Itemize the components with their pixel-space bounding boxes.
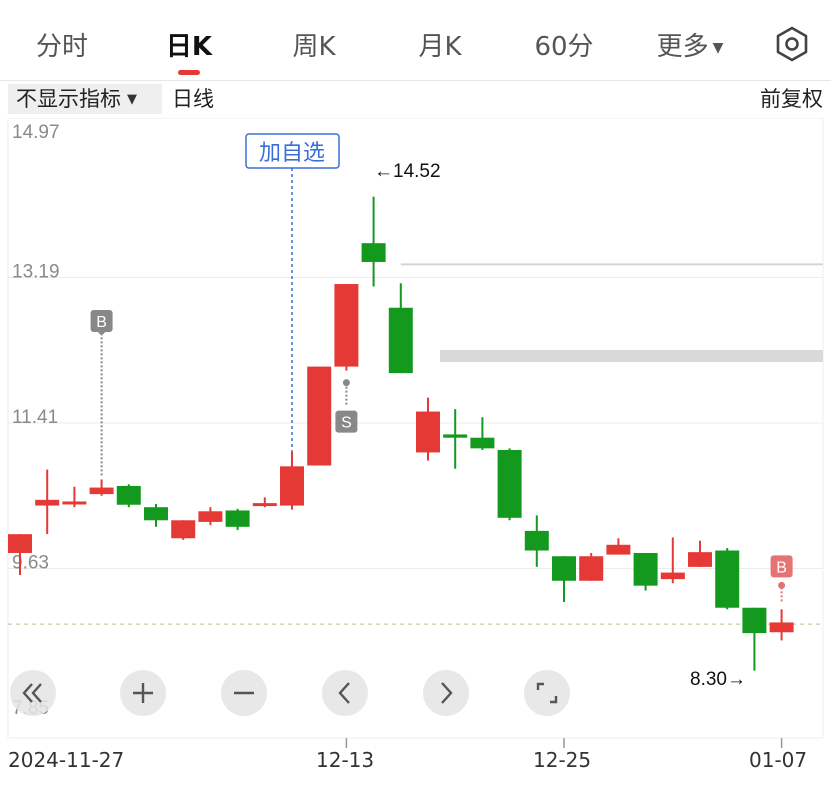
candle-body bbox=[361, 243, 386, 262]
candle-body bbox=[198, 511, 223, 522]
candle-body bbox=[688, 552, 712, 567]
scroll-left-button[interactable] bbox=[322, 670, 368, 716]
minus-icon bbox=[234, 691, 254, 695]
candle-body bbox=[8, 534, 32, 553]
tab-more-dropdown[interactable]: 更多 ▼ bbox=[657, 26, 724, 66]
candle-body bbox=[62, 501, 87, 505]
zoom-in-button[interactable] bbox=[120, 670, 166, 716]
chart-frame bbox=[7, 118, 824, 739]
candle-body bbox=[660, 572, 685, 580]
candle-body bbox=[334, 284, 359, 367]
candle-body bbox=[171, 520, 196, 539]
period-tab-bar: 分时 日K 周K 月K 60分 更多 ▼ bbox=[0, 0, 831, 81]
buy-signal-marker-1-letter: B bbox=[96, 314, 107, 331]
sell-signal-marker-letter: S bbox=[341, 415, 352, 432]
x-axis-label-1213: 12-13 bbox=[316, 748, 375, 772]
scroll-to-start-button[interactable] bbox=[10, 670, 56, 716]
indicator-select-label: 不显示指标 bbox=[16, 87, 121, 111]
add-watchlist-label: 加自选 bbox=[259, 141, 325, 166]
level-overlays bbox=[400, 263, 823, 362]
candle-body bbox=[225, 510, 250, 527]
scroll-right-button[interactable] bbox=[423, 670, 469, 716]
buy-signal-marker-2-dot bbox=[778, 581, 786, 589]
tab-weekly-k[interactable]: 周K bbox=[292, 26, 335, 66]
candle-body bbox=[116, 485, 141, 505]
candle-body bbox=[552, 556, 576, 581]
hexagon-gear-icon[interactable] bbox=[772, 24, 812, 64]
candle-body bbox=[579, 556, 604, 581]
chevron-left-icon bbox=[338, 682, 350, 704]
plus-icon bbox=[133, 683, 153, 703]
candle-body bbox=[470, 437, 495, 449]
y-tick-label: 14.97 bbox=[12, 122, 60, 143]
buy-signal-marker-2-letter: B bbox=[776, 559, 787, 576]
double-chevron-left-icon bbox=[22, 683, 42, 703]
candle-body bbox=[443, 434, 468, 438]
high-price-label: ←14.52 bbox=[374, 161, 441, 182]
fullscreen-button[interactable] bbox=[524, 670, 570, 716]
candlestick-series bbox=[8, 196, 794, 671]
candle-body bbox=[280, 466, 304, 506]
candle-body bbox=[144, 507, 168, 521]
y-tick-label: 13.19 bbox=[12, 262, 60, 283]
x-axis-label-start: 2024-11-27 bbox=[8, 748, 125, 772]
chevron-down-icon: ▼ bbox=[712, 39, 724, 56]
tab-monthly-k[interactable]: 月K bbox=[418, 26, 461, 66]
fullscreen-icon bbox=[536, 682, 558, 704]
low-price-label: 8.30→ bbox=[690, 669, 746, 690]
candle-body bbox=[89, 487, 114, 495]
candle-body bbox=[715, 550, 740, 608]
y-tick-label: 11.41 bbox=[12, 407, 58, 428]
candle-body bbox=[252, 503, 277, 507]
candle-body bbox=[633, 552, 658, 586]
chevron-down-icon: ▼ bbox=[127, 92, 137, 107]
candle-body bbox=[742, 607, 767, 634]
candle-body bbox=[769, 622, 794, 633]
candle-body bbox=[307, 366, 332, 466]
chevron-right-icon bbox=[441, 682, 453, 704]
indicator-select[interactable]: 不显示指标 ▼ bbox=[8, 84, 162, 114]
period-label: 日线 bbox=[172, 87, 214, 111]
sell-signal-marker-dot bbox=[342, 379, 350, 387]
tab-more-label: 更多 bbox=[656, 32, 709, 62]
tab-60min[interactable]: 60分 bbox=[534, 26, 593, 66]
chart-annotations: 加自选 ←14.52 8.30→ B S B bbox=[90, 133, 793, 690]
candle-body bbox=[388, 307, 413, 374]
x-axis-label-0107: 01-07 bbox=[749, 748, 808, 772]
adjust-mode-button[interactable]: 前复权 bbox=[760, 84, 823, 114]
zoom-out-button[interactable] bbox=[221, 670, 267, 716]
resistance-band bbox=[440, 349, 823, 362]
x-axis-label-1225: 12-25 bbox=[533, 748, 592, 772]
active-tab-indicator bbox=[178, 70, 200, 75]
tab-daily-k[interactable]: 日K bbox=[166, 26, 212, 66]
candle-body bbox=[524, 530, 549, 551]
chart-grid: 14.9713.1911.419.637.85 bbox=[7, 118, 824, 748]
candle-body bbox=[606, 544, 631, 555]
y-tick-label: 9.63 bbox=[12, 553, 49, 574]
candle-body bbox=[35, 499, 60, 506]
candle-body bbox=[497, 449, 522, 518]
candle-body bbox=[416, 411, 440, 453]
tab-intraday[interactable]: 分时 bbox=[36, 26, 88, 66]
